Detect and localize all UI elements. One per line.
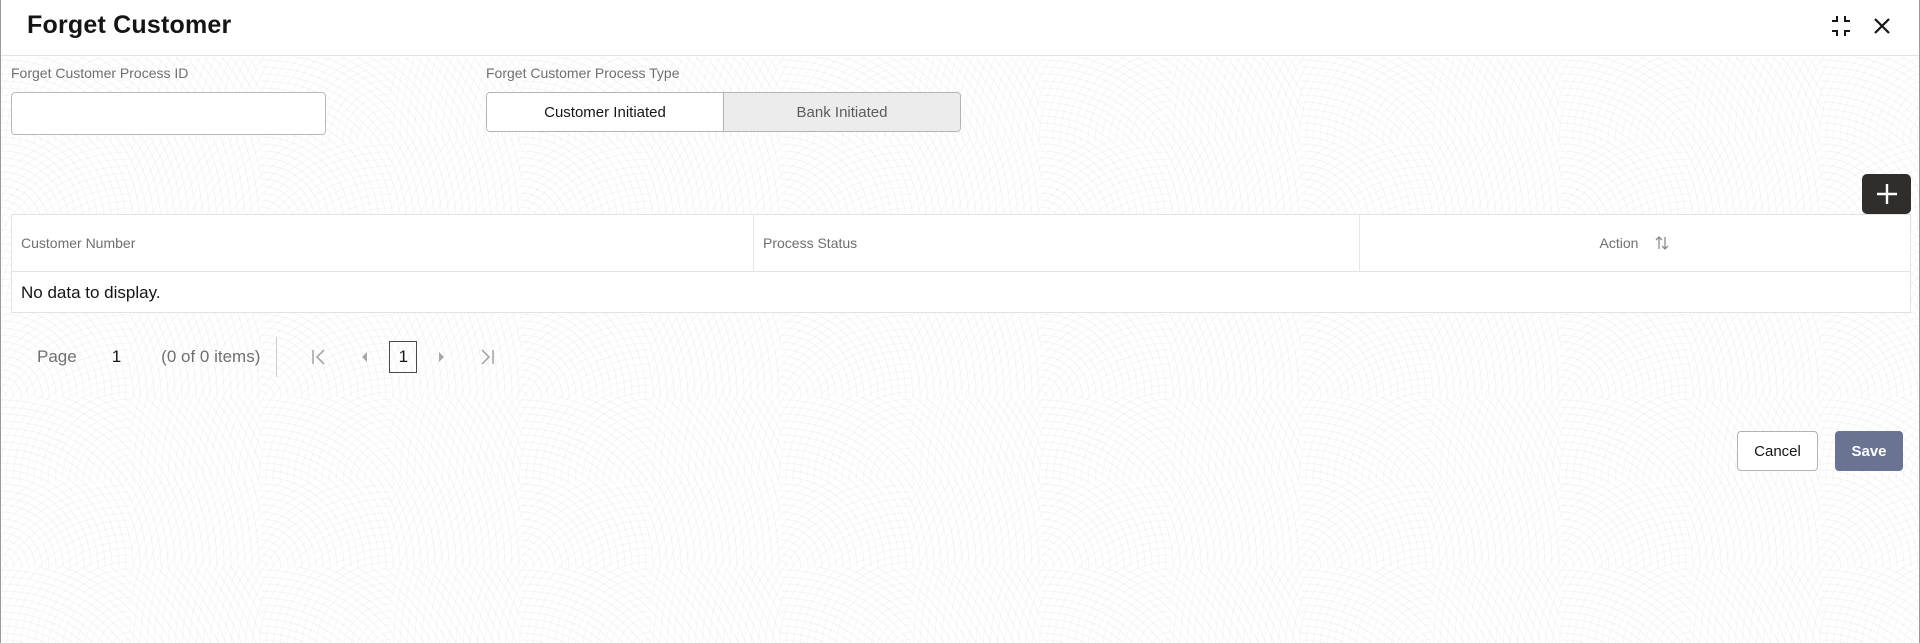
column-header-action[interactable]: Action: [1360, 215, 1910, 271]
column-label: Action: [1599, 235, 1639, 251]
save-button[interactable]: Save: [1835, 431, 1903, 471]
process-type-toggle: Customer Initiated Bank Initiated: [486, 92, 961, 132]
last-page-icon[interactable]: [475, 345, 499, 369]
customer-table: Customer Number Process Status Action No…: [11, 214, 1911, 313]
bank-initiated-option[interactable]: Bank Initiated: [723, 93, 960, 131]
process-id-label: Forget Customer Process ID: [11, 65, 189, 81]
empty-table-message: No data to display.: [21, 282, 161, 302]
items-summary: (0 of 0 items): [161, 347, 261, 366]
first-page-icon[interactable]: [307, 345, 331, 369]
cancel-button[interactable]: Cancel: [1737, 431, 1818, 471]
customer-initiated-option[interactable]: Customer Initiated: [487, 93, 723, 131]
collapse-icon[interactable]: [1827, 12, 1855, 40]
plus-icon: [1876, 184, 1897, 204]
process-type-label: Forget Customer Process Type: [486, 65, 680, 81]
previous-page-icon[interactable]: [353, 345, 377, 369]
current-page-button[interactable]: 1: [389, 341, 418, 373]
dialog-body: Forget Customer Process ID Forget Custom…: [1, 57, 1919, 643]
page-label: Page: [37, 347, 77, 366]
next-page-icon[interactable]: [429, 345, 453, 369]
page-number-input[interactable]: 1: [112, 347, 121, 367]
column-label: Process Status: [763, 235, 858, 251]
forget-customer-dialog: Forget Customer Forget Customer Process …: [0, 0, 1920, 643]
table-header: Customer Number Process Status Action: [12, 215, 1910, 272]
sort-icon[interactable]: [1654, 235, 1670, 251]
column-label: Customer Number: [21, 235, 136, 251]
column-header-process-status[interactable]: Process Status: [754, 215, 1360, 271]
pagination: Page 1 (0 of 0 items) 1: [37, 337, 499, 377]
pager-divider: [276, 337, 278, 377]
process-id-input[interactable]: [11, 92, 326, 135]
dialog-title: Forget Customer: [27, 11, 232, 39]
column-header-customer-number[interactable]: Customer Number: [12, 215, 754, 271]
close-icon[interactable]: [1868, 12, 1896, 40]
add-row-button[interactable]: [1862, 174, 1911, 214]
dialog-header: Forget Customer: [1, 0, 1919, 56]
